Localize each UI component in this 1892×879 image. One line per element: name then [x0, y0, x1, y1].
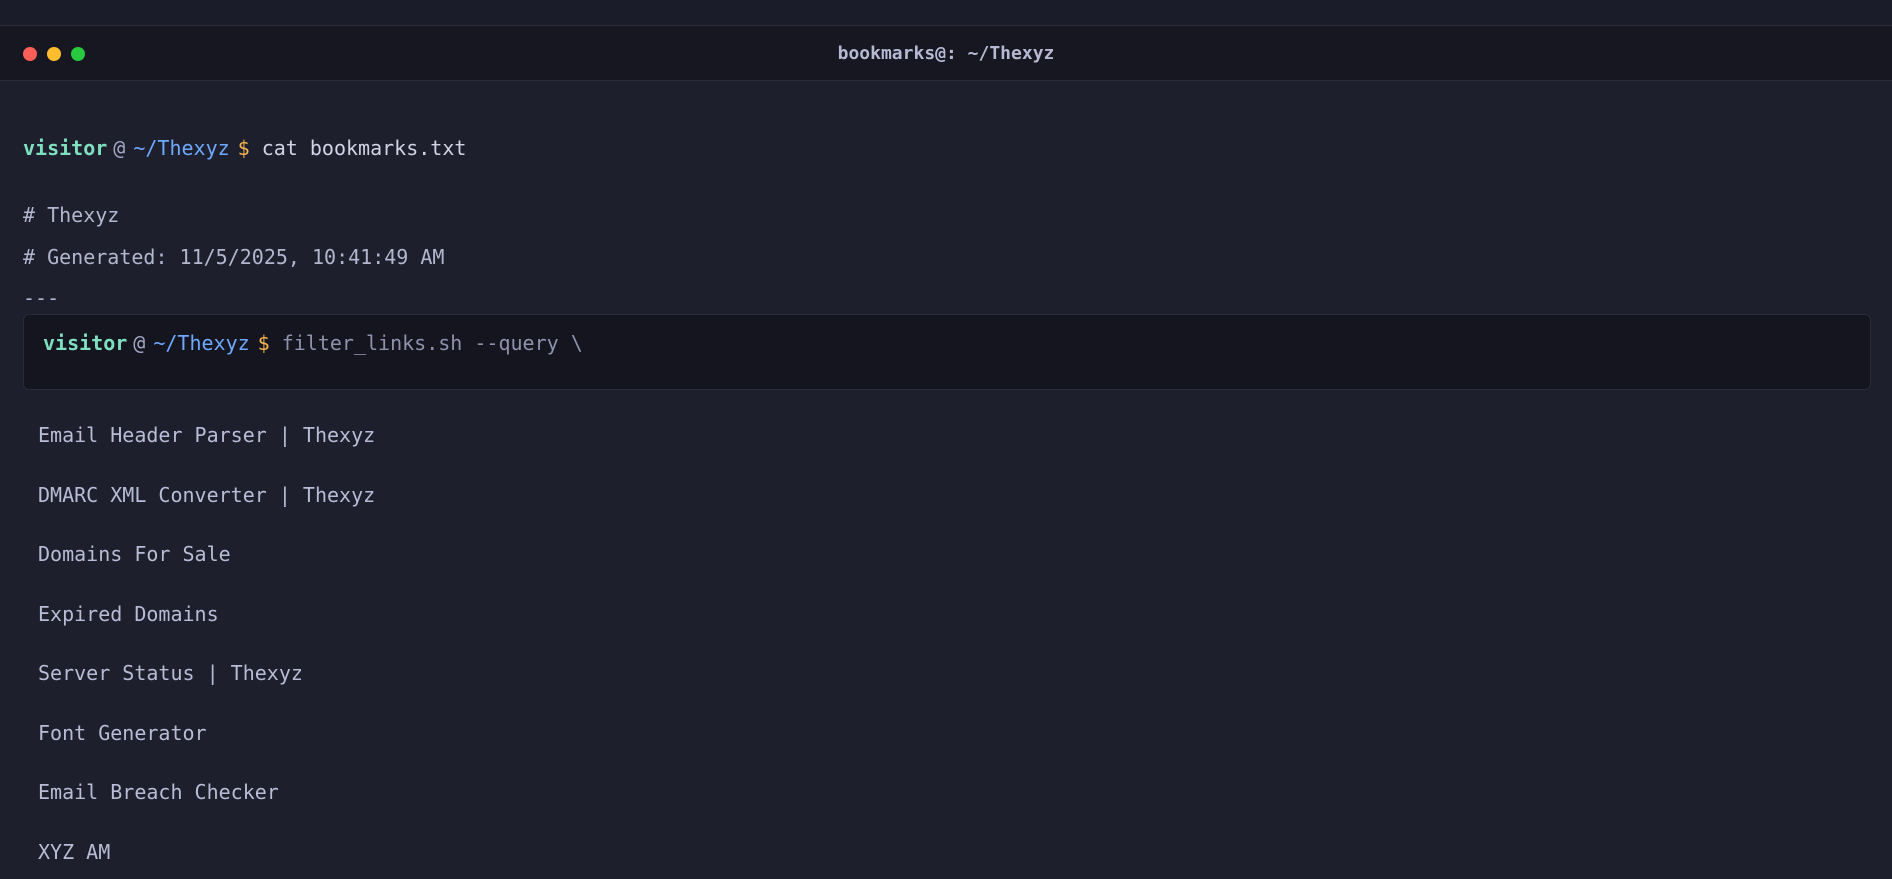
filter-prompt-user: visitor [43, 331, 127, 355]
top-strip [0, 0, 1892, 25]
filter-prompt-symbol: $ [258, 331, 270, 355]
bookmark-link[interactable]: DMARC XML Converter | Thexyz [38, 483, 375, 543]
bookmark-link[interactable]: Server Status | Thexyz [38, 661, 375, 721]
filter-prompt-at: @ [133, 331, 145, 355]
bookmark-link[interactable]: Email Breach Checker [38, 780, 375, 840]
window-title: bookmarks@: ~/Thexyz [0, 43, 1892, 64]
bookmark-link[interactable]: Email Header Parser | Thexyz [38, 423, 375, 483]
prompt-user: visitor [23, 136, 107, 160]
prompt-path: ~/Thexyz [133, 136, 229, 160]
prompt-symbol: $ [238, 136, 250, 160]
generated-timestamp: # Generated: 11/5/2025, 10:41:49 AM [23, 245, 444, 269]
command-prompt: visitor @ ~/Thexyz $ cat bookmarks.txt [23, 136, 466, 160]
filter-query-input[interactable] [282, 331, 882, 355]
filter-box: visitor @ ~/Thexyz $ [23, 314, 1871, 390]
title-bar: bookmarks@: ~/Thexyz [0, 26, 1892, 81]
bookmark-link[interactable]: Font Generator [38, 721, 375, 781]
terminal-window: bookmarks@: ~/Thexyz visitor @ ~/Thexyz … [0, 25, 1892, 879]
prompt-at: @ [113, 136, 125, 160]
bookmark-list: Email Header Parser | Thexyz DMARC XML C… [38, 423, 375, 879]
bookmark-link[interactable]: Domains For Sale [38, 542, 375, 602]
prompt-command: cat bookmarks.txt [262, 136, 467, 160]
filter-prompt-path: ~/Thexyz [153, 331, 249, 355]
bookmark-link[interactable]: Expired Domains [38, 602, 375, 662]
filter-prompt: visitor @ ~/Thexyz $ [43, 331, 882, 355]
separator: --- [23, 286, 59, 310]
bookmark-link[interactable]: XYZ AM [38, 840, 375, 879]
site-heading: # Thexyz [23, 203, 119, 227]
